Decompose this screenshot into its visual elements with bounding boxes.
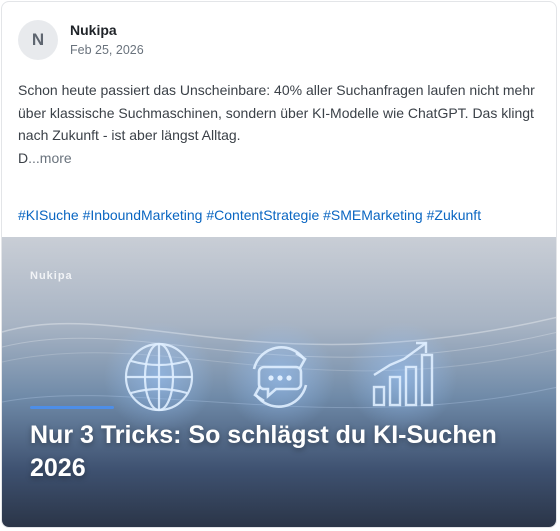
post-text-truncated: D...more bbox=[18, 147, 538, 170]
post-card: N Nukipa Feb 25, 2026 Schon heute passie… bbox=[1, 1, 557, 528]
hashtag-list: #KISuche #InboundMarketing #ContentStrat… bbox=[18, 204, 481, 226]
hashtag[interactable]: #Zukunft bbox=[427, 207, 481, 223]
globe-icon bbox=[124, 342, 194, 412]
hashtag[interactable]: #KISuche bbox=[18, 207, 79, 223]
image-headline: Nur 3 Tricks: So schlägst du KI-Suchen 2… bbox=[30, 421, 497, 482]
growth-chart-icon bbox=[372, 341, 434, 407]
avatar[interactable]: N bbox=[18, 20, 58, 60]
post-image[interactable]: Nukipa Nur 3 Tricks: So schlägst du KI-S… bbox=[2, 237, 556, 527]
accent-line bbox=[30, 406, 114, 409]
post-date: Feb 25, 2026 bbox=[70, 43, 144, 57]
hashtag[interactable]: #SMEMarketing bbox=[323, 207, 423, 223]
hashtag[interactable]: #InboundMarketing bbox=[83, 207, 203, 223]
see-more-link[interactable]: ...more bbox=[28, 150, 72, 166]
post-text: Schon heute passiert das Unscheinbare: 4… bbox=[18, 82, 535, 143]
truncated-text: D bbox=[18, 149, 29, 166]
post-meta: Nukipa Feb 25, 2026 bbox=[70, 21, 144, 59]
chat-refresh-icon bbox=[252, 346, 308, 408]
post-body: Schon heute passiert das Unscheinbare: 4… bbox=[18, 79, 538, 169]
image-brand-label: Nukipa bbox=[30, 270, 73, 282]
post-header: N Nukipa Feb 25, 2026 bbox=[18, 19, 144, 61]
hashtag[interactable]: #ContentStrategie bbox=[206, 207, 319, 223]
author-name[interactable]: Nukipa bbox=[70, 21, 144, 39]
